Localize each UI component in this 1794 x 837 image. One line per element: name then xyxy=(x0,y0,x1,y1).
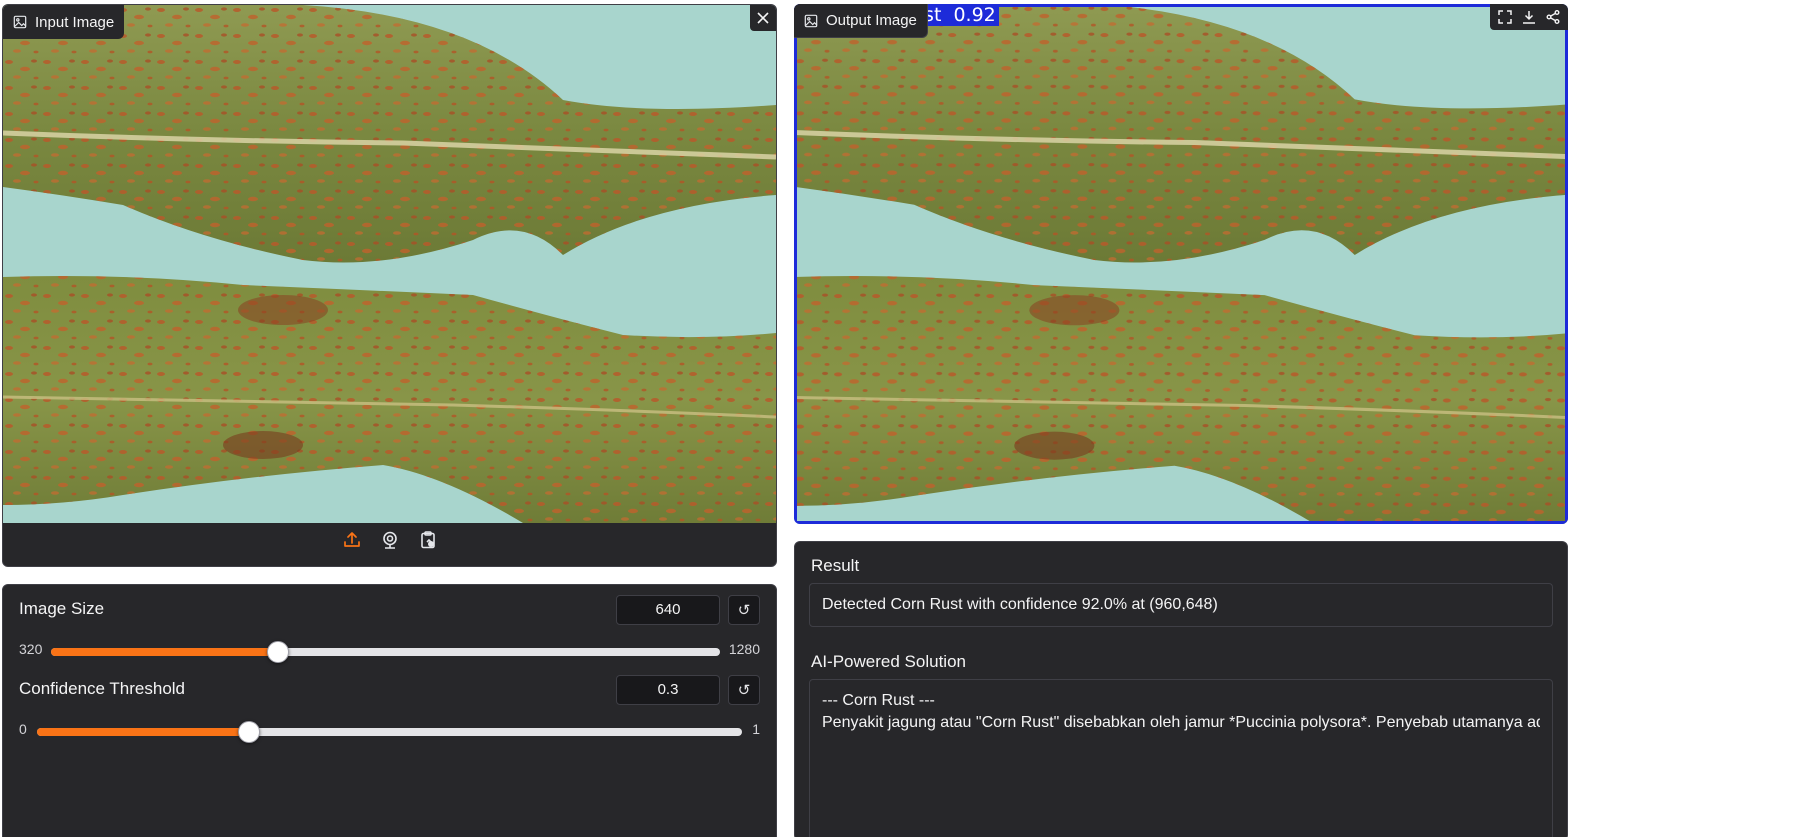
controls-panel: Image Size 640 ↺ 320 1280 Confidence Thr… xyxy=(2,584,777,837)
image-size-max: 1280 xyxy=(728,641,760,657)
upload-button[interactable] xyxy=(339,527,365,553)
fullscreen-icon[interactable] xyxy=(1497,9,1513,25)
image-size-slider-block: Image Size 640 ↺ 320 1280 xyxy=(19,585,760,673)
solution-title: AI-Powered Solution xyxy=(811,652,966,671)
image-size-label: Image Size xyxy=(19,599,105,618)
output-image-label: Output Image xyxy=(794,4,928,38)
image-source-bar xyxy=(3,514,776,566)
input-image-label-text: Input Image xyxy=(35,13,115,31)
reset-icon: ↺ xyxy=(737,682,751,699)
output-image-panel: ust 0.92 Output Image xyxy=(794,4,1568,524)
solution-textbox[interactable]: --- Corn Rust --- Penyakit jagung atau "… xyxy=(809,679,1553,837)
result-text: Detected Corn Rust with confidence 92.0%… xyxy=(822,596,1218,613)
confidence-input[interactable]: 0.3 xyxy=(616,675,720,705)
confidence-reset-button[interactable]: ↺ xyxy=(728,675,760,705)
close-icon xyxy=(757,12,769,24)
output-image-label-text: Output Image xyxy=(826,12,917,29)
image-size-min: 320 xyxy=(19,641,43,657)
image-icon xyxy=(13,15,27,29)
reset-icon: ↺ xyxy=(737,602,751,619)
confidence-max: 1 xyxy=(752,721,760,737)
result-panel: Result Detected Corn Rust with confidenc… xyxy=(794,541,1568,837)
corn-leaf-photo xyxy=(3,5,776,523)
clipboard-icon xyxy=(420,531,435,549)
image-size-slider-fill xyxy=(51,648,278,656)
solution-heading: --- Corn Rust --- xyxy=(822,692,935,709)
image-size-input[interactable]: 640 xyxy=(616,595,720,625)
image-size-slider-thumb[interactable] xyxy=(266,641,289,663)
output-actions xyxy=(1490,4,1568,30)
webcam-icon xyxy=(382,531,397,549)
confidence-slider[interactable] xyxy=(37,721,742,743)
image-size-slider[interactable] xyxy=(51,641,720,663)
image-icon xyxy=(804,14,818,27)
paste-clipboard-button[interactable] xyxy=(415,527,441,553)
input-image-panel: Input Image xyxy=(2,4,777,567)
result-title: Result xyxy=(811,556,860,575)
confidence-label: Confidence Threshold xyxy=(19,679,186,698)
confidence-slider-fill xyxy=(37,728,249,736)
webcam-button[interactable] xyxy=(377,527,403,553)
confidence-min: 0 xyxy=(19,721,27,737)
output-image[interactable]: ust 0.92 xyxy=(794,4,1568,524)
input-image[interactable] xyxy=(3,5,776,523)
confidence-slider-thumb[interactable] xyxy=(237,721,260,743)
solution-text: Penyakit jagung atau "Corn Rust" disebab… xyxy=(822,714,1540,731)
share-icon[interactable] xyxy=(1545,9,1561,25)
clear-image-button[interactable] xyxy=(750,5,776,31)
confidence-slider-block: Confidence Threshold 0.3 ↺ 0 1 xyxy=(19,665,760,753)
upload-icon xyxy=(343,532,360,547)
image-size-reset-button[interactable]: ↺ xyxy=(728,595,760,625)
detection-box xyxy=(794,4,1568,524)
result-textbox[interactable]: Detected Corn Rust with confidence 92.0%… xyxy=(809,583,1553,627)
download-icon[interactable] xyxy=(1521,9,1537,25)
input-image-label: Input Image xyxy=(3,5,125,39)
